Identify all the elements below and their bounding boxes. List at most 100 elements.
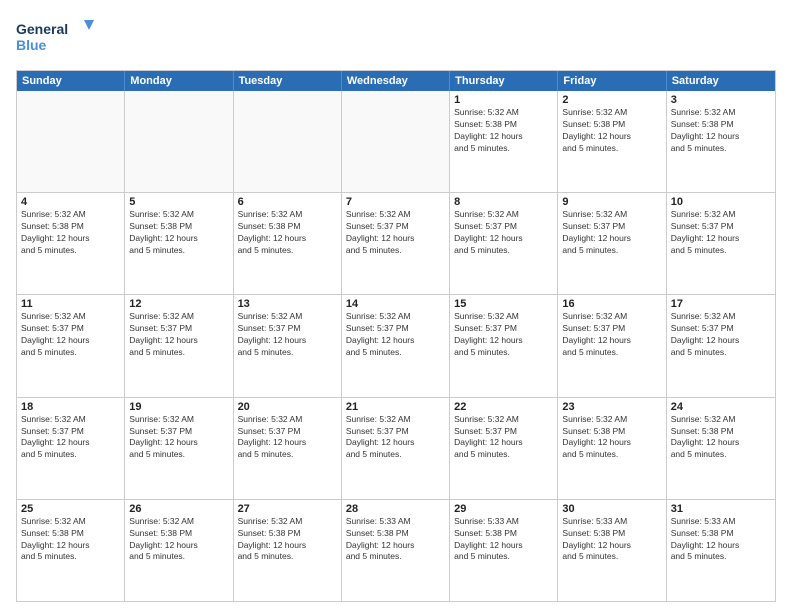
- day-info: Sunrise: 5:32 AM Sunset: 5:37 PM Dayligh…: [454, 311, 553, 359]
- day-cell-18: 18Sunrise: 5:32 AM Sunset: 5:37 PM Dayli…: [17, 398, 125, 499]
- day-cell-12: 12Sunrise: 5:32 AM Sunset: 5:37 PM Dayli…: [125, 295, 233, 396]
- day-header-friday: Friday: [558, 71, 666, 91]
- day-cell-6: 6Sunrise: 5:32 AM Sunset: 5:38 PM Daylig…: [234, 193, 342, 294]
- day-info: Sunrise: 5:32 AM Sunset: 5:37 PM Dayligh…: [238, 311, 337, 359]
- day-number: 1: [454, 94, 553, 106]
- calendar-week-4: 18Sunrise: 5:32 AM Sunset: 5:37 PM Dayli…: [17, 398, 775, 500]
- day-info: Sunrise: 5:32 AM Sunset: 5:38 PM Dayligh…: [129, 516, 228, 564]
- day-info: Sunrise: 5:32 AM Sunset: 5:38 PM Dayligh…: [562, 107, 661, 155]
- day-info: Sunrise: 5:32 AM Sunset: 5:38 PM Dayligh…: [671, 414, 771, 462]
- day-cell-19: 19Sunrise: 5:32 AM Sunset: 5:37 PM Dayli…: [125, 398, 233, 499]
- day-cell-28: 28Sunrise: 5:33 AM Sunset: 5:38 PM Dayli…: [342, 500, 450, 601]
- day-info: Sunrise: 5:32 AM Sunset: 5:38 PM Dayligh…: [238, 516, 337, 564]
- day-number: 10: [671, 196, 771, 208]
- day-cell-5: 5Sunrise: 5:32 AM Sunset: 5:38 PM Daylig…: [125, 193, 233, 294]
- empty-cell: [125, 91, 233, 192]
- day-info: Sunrise: 5:32 AM Sunset: 5:37 PM Dayligh…: [454, 209, 553, 257]
- day-cell-27: 27Sunrise: 5:32 AM Sunset: 5:38 PM Dayli…: [234, 500, 342, 601]
- day-cell-21: 21Sunrise: 5:32 AM Sunset: 5:37 PM Dayli…: [342, 398, 450, 499]
- day-cell-8: 8Sunrise: 5:32 AM Sunset: 5:37 PM Daylig…: [450, 193, 558, 294]
- day-number: 19: [129, 401, 228, 413]
- day-cell-15: 15Sunrise: 5:32 AM Sunset: 5:37 PM Dayli…: [450, 295, 558, 396]
- day-number: 13: [238, 298, 337, 310]
- day-number: 21: [346, 401, 445, 413]
- day-number: 15: [454, 298, 553, 310]
- day-cell-26: 26Sunrise: 5:32 AM Sunset: 5:38 PM Dayli…: [125, 500, 233, 601]
- day-number: 31: [671, 503, 771, 515]
- day-cell-20: 20Sunrise: 5:32 AM Sunset: 5:37 PM Dayli…: [234, 398, 342, 499]
- day-info: Sunrise: 5:32 AM Sunset: 5:37 PM Dayligh…: [346, 209, 445, 257]
- day-header-monday: Monday: [125, 71, 233, 91]
- day-cell-1: 1Sunrise: 5:32 AM Sunset: 5:38 PM Daylig…: [450, 91, 558, 192]
- calendar-body: 1Sunrise: 5:32 AM Sunset: 5:38 PM Daylig…: [17, 91, 775, 601]
- day-cell-14: 14Sunrise: 5:32 AM Sunset: 5:37 PM Dayli…: [342, 295, 450, 396]
- day-info: Sunrise: 5:32 AM Sunset: 5:37 PM Dayligh…: [454, 414, 553, 462]
- svg-text:Blue: Blue: [16, 37, 47, 53]
- day-number: 9: [562, 196, 661, 208]
- day-info: Sunrise: 5:32 AM Sunset: 5:37 PM Dayligh…: [21, 311, 120, 359]
- day-info: Sunrise: 5:33 AM Sunset: 5:38 PM Dayligh…: [454, 516, 553, 564]
- day-info: Sunrise: 5:32 AM Sunset: 5:38 PM Dayligh…: [238, 209, 337, 257]
- svg-text:General: General: [16, 21, 68, 37]
- day-cell-23: 23Sunrise: 5:32 AM Sunset: 5:38 PM Dayli…: [558, 398, 666, 499]
- day-info: Sunrise: 5:32 AM Sunset: 5:37 PM Dayligh…: [21, 414, 120, 462]
- day-cell-29: 29Sunrise: 5:33 AM Sunset: 5:38 PM Dayli…: [450, 500, 558, 601]
- day-cell-17: 17Sunrise: 5:32 AM Sunset: 5:37 PM Dayli…: [667, 295, 775, 396]
- empty-cell: [342, 91, 450, 192]
- day-info: Sunrise: 5:32 AM Sunset: 5:37 PM Dayligh…: [346, 311, 445, 359]
- day-cell-11: 11Sunrise: 5:32 AM Sunset: 5:37 PM Dayli…: [17, 295, 125, 396]
- empty-cell: [17, 91, 125, 192]
- day-info: Sunrise: 5:32 AM Sunset: 5:37 PM Dayligh…: [238, 414, 337, 462]
- day-number: 23: [562, 401, 661, 413]
- day-cell-31: 31Sunrise: 5:33 AM Sunset: 5:38 PM Dayli…: [667, 500, 775, 601]
- day-cell-13: 13Sunrise: 5:32 AM Sunset: 5:37 PM Dayli…: [234, 295, 342, 396]
- day-cell-24: 24Sunrise: 5:32 AM Sunset: 5:38 PM Dayli…: [667, 398, 775, 499]
- day-cell-7: 7Sunrise: 5:32 AM Sunset: 5:37 PM Daylig…: [342, 193, 450, 294]
- day-info: Sunrise: 5:32 AM Sunset: 5:37 PM Dayligh…: [562, 209, 661, 257]
- header: General Blue: [16, 16, 776, 60]
- day-number: 30: [562, 503, 661, 515]
- day-header-thursday: Thursday: [450, 71, 558, 91]
- day-cell-10: 10Sunrise: 5:32 AM Sunset: 5:37 PM Dayli…: [667, 193, 775, 294]
- day-cell-25: 25Sunrise: 5:32 AM Sunset: 5:38 PM Dayli…: [17, 500, 125, 601]
- day-number: 24: [671, 401, 771, 413]
- day-number: 7: [346, 196, 445, 208]
- day-number: 17: [671, 298, 771, 310]
- day-info: Sunrise: 5:33 AM Sunset: 5:38 PM Dayligh…: [346, 516, 445, 564]
- day-cell-16: 16Sunrise: 5:32 AM Sunset: 5:37 PM Dayli…: [558, 295, 666, 396]
- day-number: 28: [346, 503, 445, 515]
- day-info: Sunrise: 5:33 AM Sunset: 5:38 PM Dayligh…: [562, 516, 661, 564]
- day-header-wednesday: Wednesday: [342, 71, 450, 91]
- calendar-week-3: 11Sunrise: 5:32 AM Sunset: 5:37 PM Dayli…: [17, 295, 775, 397]
- logo-svg: General Blue: [16, 16, 96, 60]
- day-number: 8: [454, 196, 553, 208]
- day-number: 20: [238, 401, 337, 413]
- calendar: SundayMondayTuesdayWednesdayThursdayFrid…: [16, 70, 776, 602]
- calendar-week-2: 4Sunrise: 5:32 AM Sunset: 5:38 PM Daylig…: [17, 193, 775, 295]
- day-info: Sunrise: 5:32 AM Sunset: 5:38 PM Dayligh…: [671, 107, 771, 155]
- day-number: 16: [562, 298, 661, 310]
- day-number: 2: [562, 94, 661, 106]
- day-header-saturday: Saturday: [667, 71, 775, 91]
- calendar-week-1: 1Sunrise: 5:32 AM Sunset: 5:38 PM Daylig…: [17, 91, 775, 193]
- calendar-header: SundayMondayTuesdayWednesdayThursdayFrid…: [17, 71, 775, 91]
- day-info: Sunrise: 5:32 AM Sunset: 5:38 PM Dayligh…: [454, 107, 553, 155]
- day-cell-4: 4Sunrise: 5:32 AM Sunset: 5:38 PM Daylig…: [17, 193, 125, 294]
- day-header-tuesday: Tuesday: [234, 71, 342, 91]
- day-header-sunday: Sunday: [17, 71, 125, 91]
- day-info: Sunrise: 5:33 AM Sunset: 5:38 PM Dayligh…: [671, 516, 771, 564]
- day-cell-9: 9Sunrise: 5:32 AM Sunset: 5:37 PM Daylig…: [558, 193, 666, 294]
- day-number: 22: [454, 401, 553, 413]
- day-info: Sunrise: 5:32 AM Sunset: 5:38 PM Dayligh…: [21, 516, 120, 564]
- day-number: 12: [129, 298, 228, 310]
- day-info: Sunrise: 5:32 AM Sunset: 5:37 PM Dayligh…: [671, 209, 771, 257]
- calendar-week-5: 25Sunrise: 5:32 AM Sunset: 5:38 PM Dayli…: [17, 500, 775, 601]
- day-cell-3: 3Sunrise: 5:32 AM Sunset: 5:38 PM Daylig…: [667, 91, 775, 192]
- day-cell-22: 22Sunrise: 5:32 AM Sunset: 5:37 PM Dayli…: [450, 398, 558, 499]
- day-info: Sunrise: 5:32 AM Sunset: 5:37 PM Dayligh…: [562, 311, 661, 359]
- day-number: 27: [238, 503, 337, 515]
- day-number: 11: [21, 298, 120, 310]
- day-number: 5: [129, 196, 228, 208]
- day-number: 29: [454, 503, 553, 515]
- day-info: Sunrise: 5:32 AM Sunset: 5:38 PM Dayligh…: [129, 209, 228, 257]
